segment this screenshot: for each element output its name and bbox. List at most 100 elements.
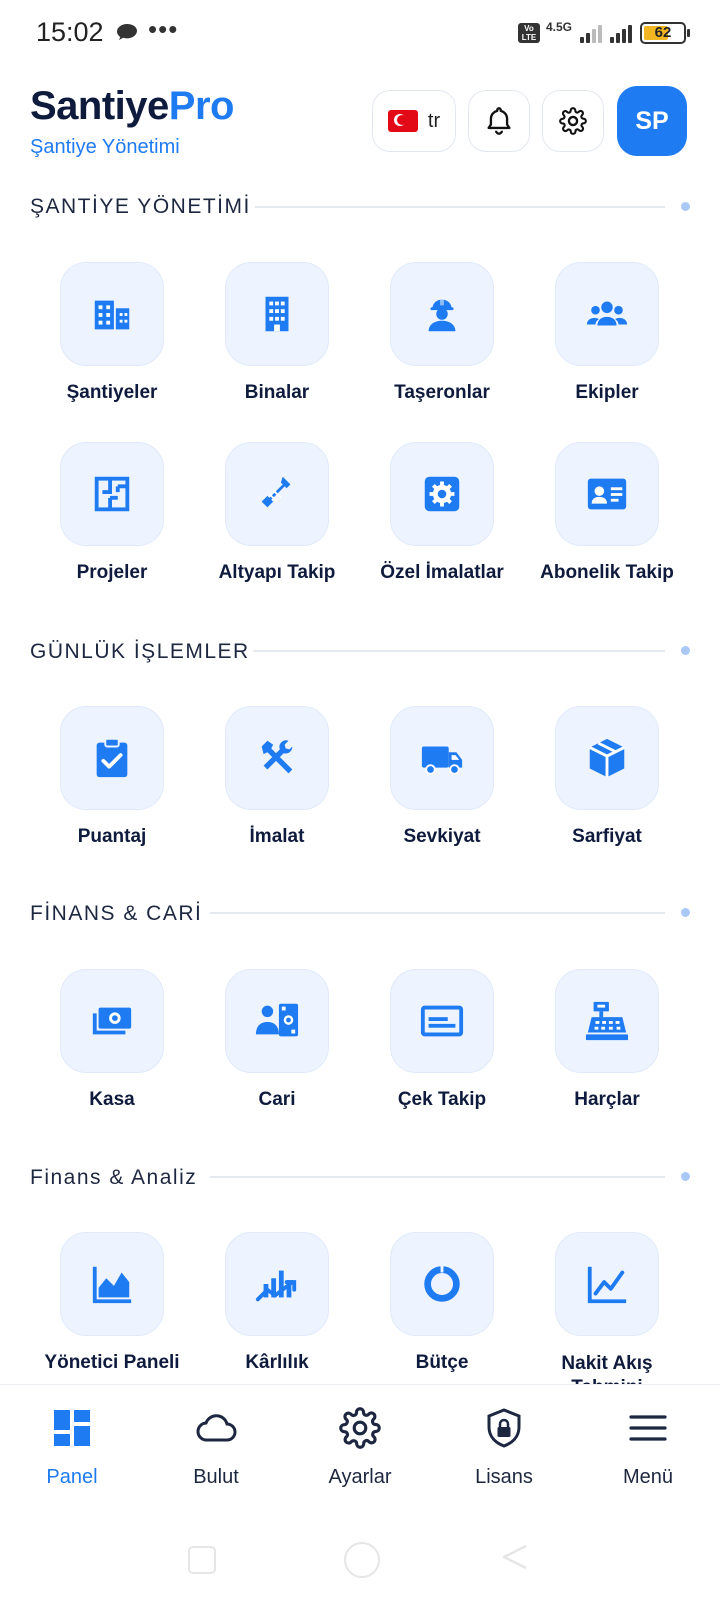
tile-ozel-imalatlar[interactable]: Özel İmalatlar bbox=[360, 442, 524, 584]
donut-chart-icon bbox=[424, 1265, 460, 1302]
tile-karlilik[interactable]: Kârlılık bbox=[195, 1232, 359, 1374]
tile-label: Sevkiyat bbox=[403, 826, 481, 847]
nav-ayarlar[interactable]: Ayarlar bbox=[300, 1407, 420, 1489]
section-dot bbox=[681, 1172, 690, 1181]
id-card-icon bbox=[587, 478, 627, 510]
tile-label: Kârlılık bbox=[245, 1352, 309, 1373]
battery-level: 62 bbox=[654, 24, 672, 41]
section-dot bbox=[681, 202, 690, 211]
nav-panel[interactable]: Panel bbox=[12, 1407, 132, 1489]
tile-binalar[interactable]: Binalar bbox=[195, 262, 359, 404]
nav-label: Lisans bbox=[475, 1466, 533, 1488]
cog-square-icon bbox=[424, 476, 460, 512]
nav-bulut[interactable]: Bulut bbox=[156, 1407, 276, 1489]
tile-puantaj[interactable]: Puantaj bbox=[30, 706, 194, 848]
battery-icon: 62 bbox=[640, 22, 690, 44]
tile-label: Ekipler bbox=[575, 382, 639, 403]
tile-sevkiyat[interactable]: Sevkiyat bbox=[360, 706, 524, 848]
tile-taseronlar[interactable]: Taşeronlar bbox=[360, 262, 524, 404]
tile-label: Altyapı Takip bbox=[218, 562, 336, 583]
status-time: 15:02 bbox=[36, 17, 104, 47]
tile-label: Sarfiyat bbox=[572, 826, 642, 847]
nav-label: Panel bbox=[46, 1466, 98, 1488]
tile-label: Projeler bbox=[76, 562, 148, 583]
tile-label: Cari bbox=[258, 1089, 296, 1110]
tile-label: Şantiyeler bbox=[66, 382, 158, 403]
tile-sarfiyat[interactable]: Sarfiyat bbox=[525, 706, 689, 848]
floorplan-icon bbox=[94, 476, 130, 512]
section-title-finans-analiz: Finans & Analiz bbox=[30, 1166, 198, 1189]
tile-butce[interactable]: Bütçe bbox=[360, 1232, 524, 1374]
building-icon bbox=[265, 296, 289, 332]
tools-icon bbox=[261, 740, 293, 774]
back-button[interactable] bbox=[500, 1542, 530, 1572]
tile-label: Abonelik Takip bbox=[540, 562, 674, 583]
app-title: SantiyePro bbox=[30, 84, 234, 129]
settings-button[interactable] bbox=[542, 90, 604, 152]
tile-label: Çek Takip bbox=[397, 1089, 487, 1110]
tile-nakit-akis-tahmini[interactable]: Nakit Akış Tahmini bbox=[525, 1232, 689, 1400]
notifications-button[interactable] bbox=[468, 90, 530, 152]
section-title-santiye-yonetimi: ŞANTİYE YÖNETİMİ bbox=[30, 195, 251, 218]
tile-label: Özel İmalatlar bbox=[380, 562, 504, 583]
tile-label: Kasa bbox=[89, 1089, 135, 1110]
gear-icon bbox=[559, 107, 587, 135]
tile-projeler[interactable]: Projeler bbox=[30, 442, 194, 584]
language-button[interactable]: tr bbox=[372, 90, 456, 152]
cloud-icon bbox=[196, 1414, 237, 1442]
tile-label: Bütçe bbox=[415, 1352, 469, 1373]
section-divider bbox=[210, 912, 665, 914]
tile-imalat[interactable]: İmalat bbox=[195, 706, 359, 848]
nav-label: Ayarlar bbox=[328, 1466, 392, 1488]
account-card-icon bbox=[255, 1003, 299, 1037]
signal-icon bbox=[610, 23, 632, 43]
section-title-gunluk-islemler: GÜNLÜK İŞLEMLER bbox=[30, 640, 250, 663]
nav-lisans[interactable]: Lisans bbox=[444, 1407, 564, 1489]
section-dot bbox=[681, 908, 690, 917]
tile-kasa[interactable]: Kasa bbox=[30, 969, 194, 1111]
section-title-finans-cari: FİNANS & CARİ bbox=[30, 902, 203, 925]
tile-label: Binalar bbox=[244, 382, 310, 403]
tile-label: Puantaj bbox=[77, 826, 147, 847]
tile-cari[interactable]: Cari bbox=[195, 969, 359, 1111]
worker-icon bbox=[428, 299, 456, 332]
tile-label: Yönetici Paneli bbox=[44, 1352, 180, 1373]
tile-altyapi-takip[interactable]: Altyapı Takip bbox=[195, 442, 359, 584]
bell-icon bbox=[487, 107, 511, 135]
section-dot bbox=[681, 646, 690, 655]
buildings-icon bbox=[94, 300, 130, 330]
box-icon bbox=[589, 738, 625, 778]
signal-icon bbox=[580, 23, 602, 43]
tile-harclar[interactable]: Harçlar bbox=[525, 969, 689, 1111]
dashboard-icon bbox=[54, 1410, 90, 1446]
section-divider bbox=[253, 650, 665, 652]
bottom-navigation: Panel Bulut Ayarlar Lisans Menü bbox=[0, 1384, 720, 1524]
turkey-flag-icon bbox=[387, 110, 418, 132]
tile-santiyeler[interactable]: Şantiyeler bbox=[30, 262, 194, 404]
chat-icon bbox=[117, 24, 137, 40]
language-code: tr bbox=[427, 109, 441, 132]
section-divider bbox=[255, 206, 665, 208]
network-type: 4.5G bbox=[545, 20, 572, 34]
clipboard-check-icon bbox=[96, 737, 128, 778]
cash-icon bbox=[92, 1007, 132, 1035]
tile-yonetici-paneli[interactable]: Yönetici Paneli bbox=[30, 1232, 194, 1374]
area-chart-icon bbox=[92, 1266, 132, 1304]
app-subtitle: Şantiye Yönetimi bbox=[30, 136, 180, 158]
line-chart-icon bbox=[587, 1266, 627, 1304]
tile-label: Taşeronlar bbox=[394, 382, 490, 403]
recents-button[interactable] bbox=[188, 1546, 216, 1574]
more-notifications-icon: ••• bbox=[148, 14, 179, 44]
tile-ekipler[interactable]: Ekipler bbox=[525, 262, 689, 404]
home-button[interactable] bbox=[344, 1542, 380, 1578]
tile-cek-takip[interactable]: Çek Takip bbox=[360, 969, 524, 1111]
tile-label: Harçlar bbox=[574, 1089, 640, 1110]
tile-label: İmalat bbox=[249, 826, 305, 847]
truck-icon bbox=[421, 746, 463, 775]
avatar[interactable]: SP bbox=[617, 86, 687, 156]
nav-menu[interactable]: Menü bbox=[588, 1407, 708, 1489]
tile-abonelik-takip[interactable]: Abonelik Takip bbox=[525, 442, 689, 584]
menu-icon bbox=[629, 1415, 667, 1441]
team-icon bbox=[586, 301, 628, 326]
brand-part-2: Pro bbox=[168, 84, 235, 128]
